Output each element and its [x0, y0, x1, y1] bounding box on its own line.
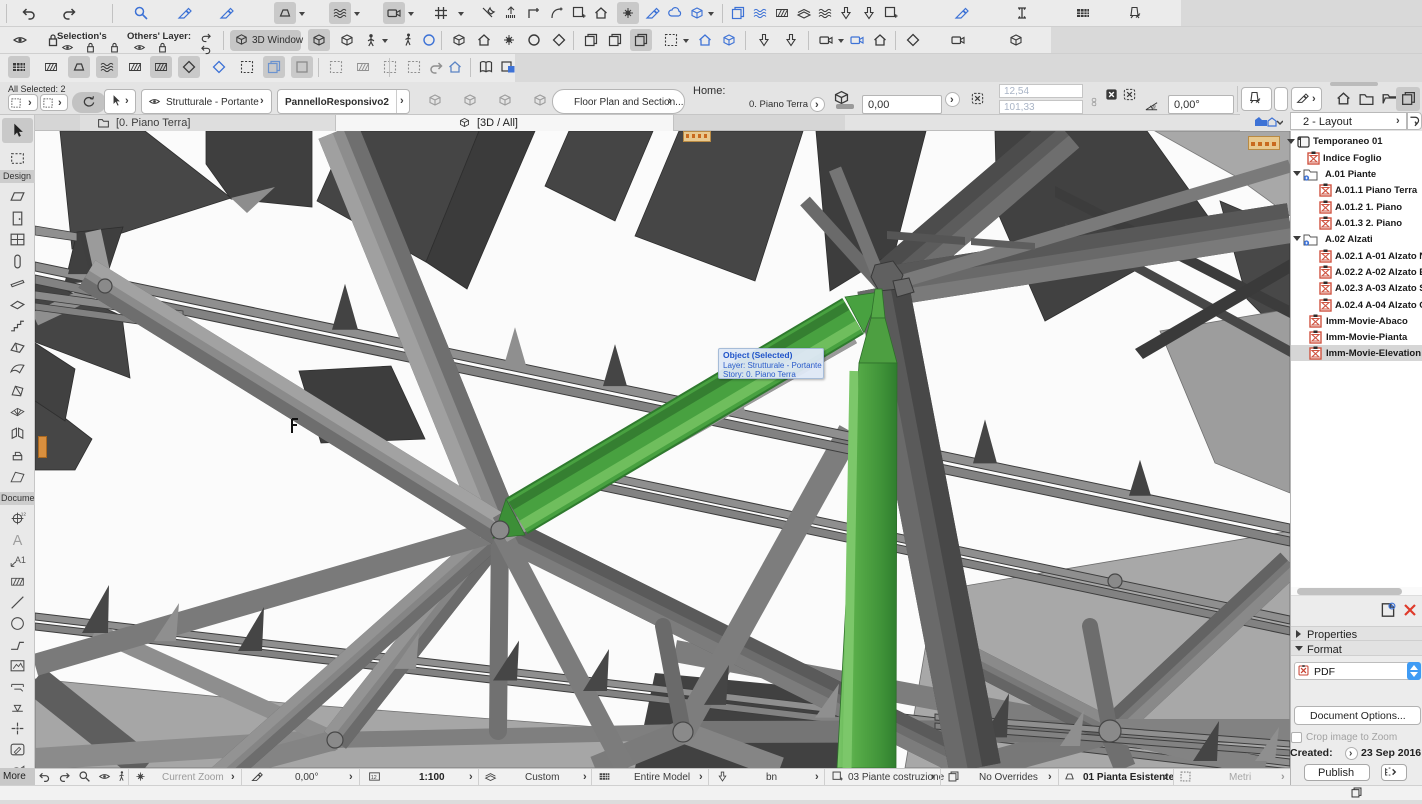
- svg-text:A1: A1: [15, 555, 26, 565]
- svg-text:12: 12: [371, 775, 377, 781]
- svg-text:12: 12: [21, 511, 26, 517]
- svg-text:A: A: [13, 533, 23, 548]
